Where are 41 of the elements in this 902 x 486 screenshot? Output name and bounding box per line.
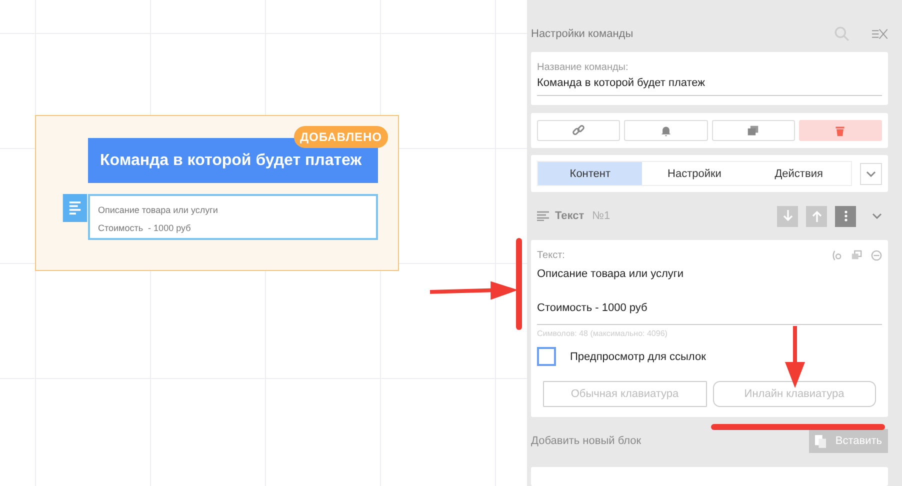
- block-title: Текст: [555, 210, 584, 222]
- delete-button[interactable]: [798, 120, 882, 141]
- block-number: №1: [592, 210, 610, 222]
- link-button[interactable]: [537, 120, 620, 141]
- copy-icon: [747, 124, 760, 136]
- add-block-label: Добавить новый блок: [531, 435, 642, 447]
- copy-button[interactable]: [712, 120, 795, 141]
- node-card[interactable]: ДОБАВЛЕНО Команда в которой будет платеж Описание товара или услуги Стоимость - 1000 руб: [35, 115, 399, 271]
- panel-title: Настройки команды: [531, 28, 634, 40]
- field-label: Название команды:: [537, 62, 630, 73]
- chevron-down-icon: [866, 170, 876, 176]
- arrow-annotation: [783, 326, 807, 388]
- block-text: Стоимость - 1000 руб: [98, 222, 192, 235]
- move-up-button[interactable]: [806, 206, 827, 226]
- name-field[interactable]: Команда в которой будет платеж: [537, 73, 882, 96]
- text-field[interactable]: Описание товара или услуги Стоимость - 1000 руб: [537, 261, 882, 325]
- checkbox-label: Предпросмотр для ссылок: [570, 350, 706, 362]
- more-icon: [844, 210, 848, 222]
- link-icon: [572, 124, 586, 137]
- text-block-icon: [62, 194, 88, 222]
- emoji-icon[interactable]: [871, 250, 882, 261]
- checkbox[interactable]: [537, 347, 556, 366]
- copy-icon[interactable]: [851, 250, 862, 261]
- move-down-button[interactable]: [777, 206, 798, 226]
- search-icon[interactable]: [834, 26, 850, 42]
- variable-icon[interactable]: [831, 250, 842, 261]
- dropdown-button[interactable]: [860, 162, 882, 184]
- bell-icon: [660, 124, 672, 136]
- paste-icon: [815, 434, 826, 448]
- status-badge: ДОБАВЛЕНО: [294, 126, 388, 148]
- trash-icon: [834, 124, 846, 136]
- bell-button[interactable]: [624, 120, 708, 141]
- tab[interactable]: Контент: [538, 162, 642, 185]
- text-block-icon: [537, 211, 549, 221]
- more-button[interactable]: [835, 206, 856, 226]
- arrow-up-icon: [812, 210, 822, 222]
- arrow-down-icon: [782, 210, 792, 222]
- chevron-down-icon[interactable]: [872, 213, 882, 219]
- text-block[interactable]: Описание товара или услуги Стоимость - 1000 руб: [88, 194, 378, 240]
- field-label: Текст:: [537, 250, 565, 261]
- block-text: Описание товара или услуги: [98, 204, 219, 217]
